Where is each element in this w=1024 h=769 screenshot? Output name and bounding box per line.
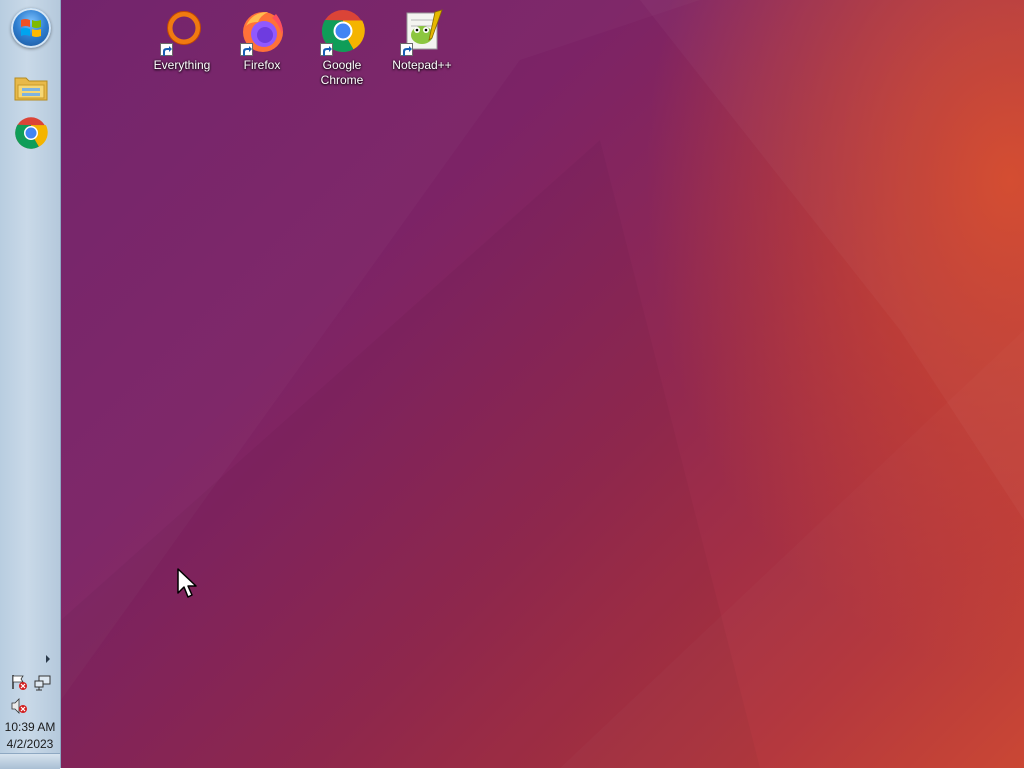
wallpaper-pattern [0, 0, 1024, 768]
desktop-icon-everything[interactable]: Everything [144, 8, 220, 73]
shortcut-arrow-icon [400, 43, 413, 56]
shortcut-arrow-icon [240, 43, 253, 56]
start-button[interactable] [11, 8, 51, 48]
taskbar-file-explorer-button[interactable] [10, 66, 52, 108]
clock-date[interactable]: 4/2/2023 [0, 737, 60, 751]
tray-expand-button[interactable] [43, 651, 53, 663]
mouse-cursor-icon [177, 568, 197, 598]
desktop-icon-chrome[interactable]: Google Chrome [304, 8, 380, 88]
show-desktop-button[interactable] [0, 753, 60, 769]
shortcut-arrow-icon [160, 43, 173, 56]
windows-start-icon [21, 19, 41, 37]
taskbar: 10:39 AM 4/2/2023 [0, 0, 61, 769]
desktop-icon-label: Everything [153, 58, 211, 72]
clock-time[interactable]: 10:39 AM [0, 720, 60, 734]
taskbar-chrome-button[interactable] [10, 112, 52, 154]
chevron-right-icon [46, 655, 50, 663]
tray-volume[interactable] [10, 697, 28, 715]
shortcut-arrow-icon [320, 43, 333, 56]
chrome-icon [15, 117, 48, 149]
desktop-icon-label: Google Chrome [320, 58, 364, 87]
tray-network[interactable] [34, 673, 52, 691]
network-icon [34, 675, 51, 691]
desktop[interactable]: Everything Firefox Google Chrome Notepad… [0, 0, 1024, 768]
desktop-icon-label: Notepad++ [392, 58, 452, 72]
desktop-icon-label: Firefox [243, 58, 281, 72]
desktop-icon-firefox[interactable]: Firefox [224, 8, 300, 73]
desktop-icon-notepadpp[interactable]: Notepad++ [384, 8, 460, 73]
folder-icon [14, 77, 48, 101]
tray-action-center[interactable] [10, 673, 28, 691]
volume-muted-icon [11, 698, 27, 714]
action-center-flag-icon [12, 675, 27, 690]
